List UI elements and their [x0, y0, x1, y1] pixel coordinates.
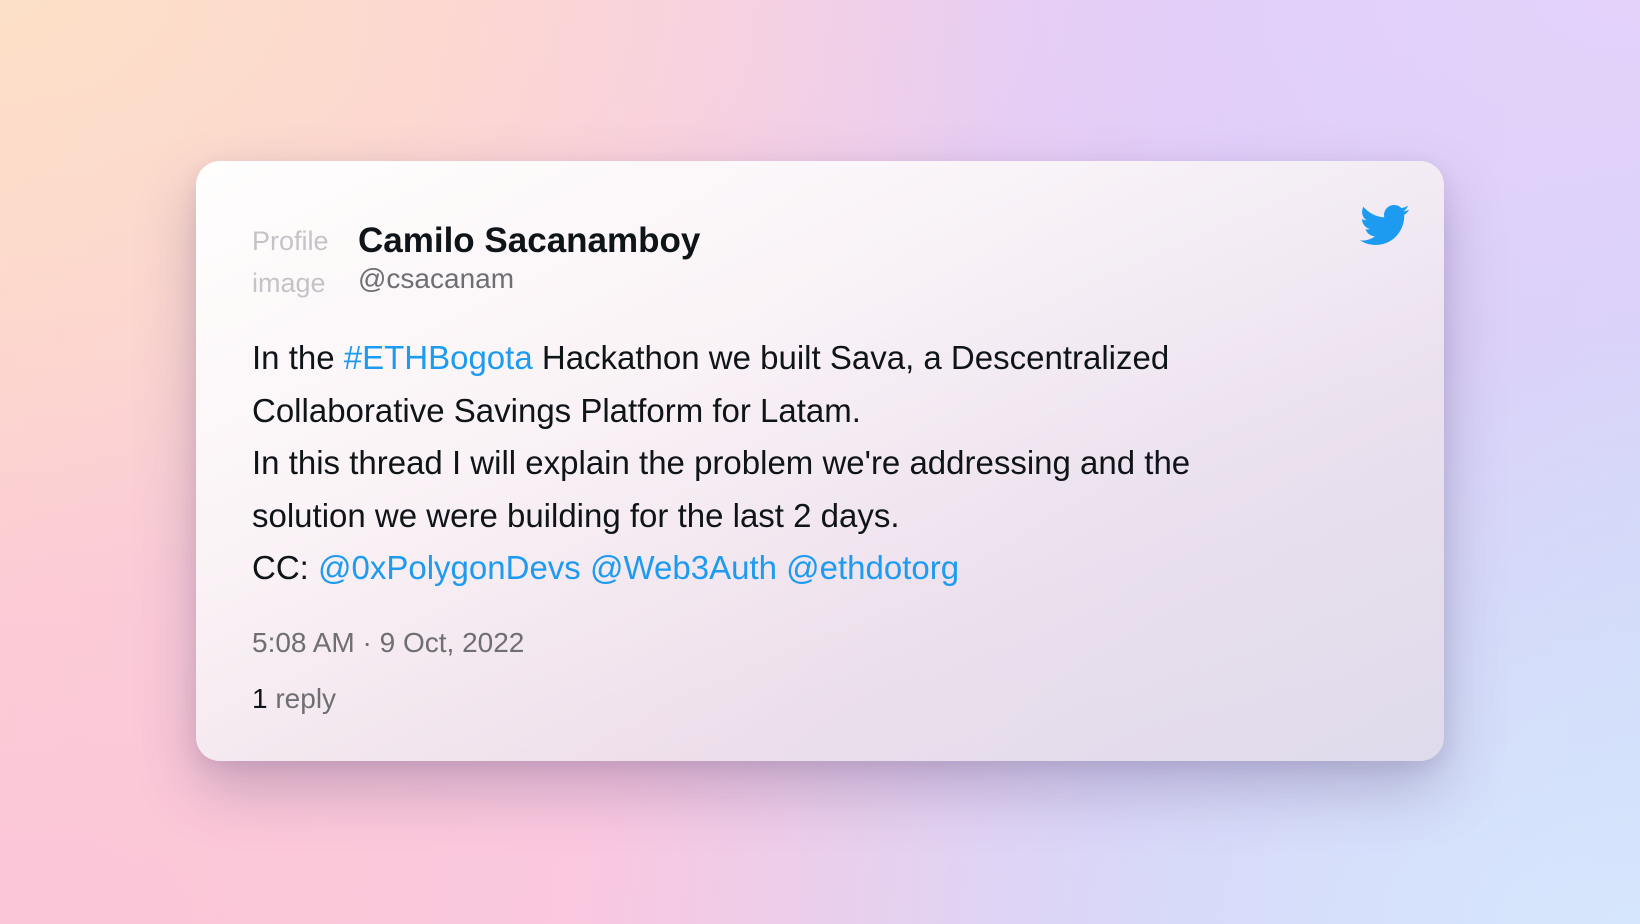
- body-line-cc: CC: @0xPolygonDevs @Web3Auth @ethdotorg: [252, 542, 1388, 595]
- avatar[interactable]: Profile image: [252, 220, 336, 304]
- body-text: Hackathon we built Sava, a Descentralize…: [532, 339, 1170, 376]
- mention-link[interactable]: @ethdotorg: [786, 549, 959, 586]
- body-line-3: In this thread I will explain the proble…: [252, 444, 1191, 481]
- mention-link[interactable]: @Web3Auth: [590, 549, 777, 586]
- tweet-body: In the #ETHBogota Hackathon we built Sav…: [252, 332, 1388, 595]
- tweet-card: Profile image Camilo Sacanamboy @csacana…: [196, 161, 1444, 761]
- reply-count: 1: [252, 682, 268, 714]
- tweet-header: Profile image Camilo Sacanamboy @csacana…: [252, 219, 1388, 304]
- mention-link[interactable]: @0xPolygonDevs: [318, 549, 581, 586]
- body-line-1: In the #ETHBogota Hackathon we built Sav…: [252, 332, 1388, 385]
- tweet-timestamp[interactable]: 5:08 AM · 9 Oct, 2022: [252, 625, 1388, 661]
- hashtag-link[interactable]: #ETHBogota: [344, 339, 533, 376]
- twitter-bird-icon[interactable]: [1358, 199, 1410, 251]
- cc-label: CC:: [252, 549, 318, 586]
- reply-stats[interactable]: 1 reply: [252, 681, 1388, 717]
- body-text: In the: [252, 339, 344, 376]
- author-handle[interactable]: @csacanam: [358, 261, 700, 297]
- author-block: Camilo Sacanamboy @csacanam: [358, 219, 700, 297]
- body-line-4: solution we were building for the last 2…: [252, 496, 900, 534]
- author-name[interactable]: Camilo Sacanamboy: [358, 219, 700, 263]
- body-line-2: Collaborative Savings Platform for Latam…: [252, 391, 861, 429]
- reply-label: reply: [267, 682, 337, 714]
